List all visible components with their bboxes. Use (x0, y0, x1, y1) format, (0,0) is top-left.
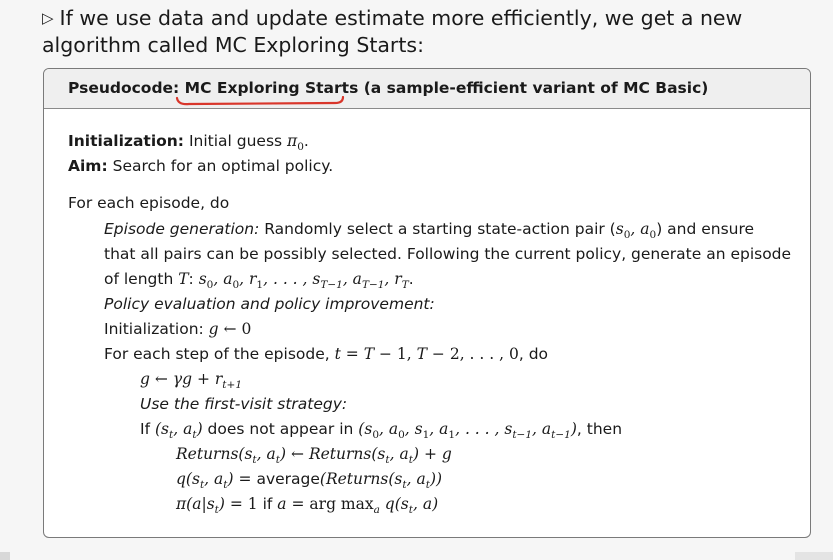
returns-update-line: Returns(st, at) ← Returns(st, at) + g (176, 445, 452, 467)
intro-line-2: algorithm called MC Exploring Starts: (42, 33, 424, 57)
init-label: Initialization: (68, 132, 185, 150)
policy-eval-label: Policy evaluation and policy improvement… (104, 295, 435, 313)
g-update-line: g ← γg + rt+1 (140, 370, 242, 392)
aim-text: Search for an optimal policy. (107, 157, 334, 175)
policy-update-line: π(a|st) = 1 if a = arg maxa q(st, a) (176, 495, 439, 517)
pseudocode-box: Pseudocode: MC Exploring Starts (a sampl… (43, 68, 811, 538)
pi-zero: π0 (287, 132, 304, 154)
returns-word-3: Returns (325, 470, 389, 488)
not-appear-text: does not appear in (202, 420, 359, 438)
aim-line: Aim: Search for an optimal policy. (68, 157, 333, 175)
gen-text-1: Randomly select a starting state-action … (259, 220, 616, 238)
first-visit-text: Use the first-visit strategy: (140, 395, 348, 413)
corner-decoration-left (0, 552, 10, 560)
init-line: Initialization: Initial guess π0. (68, 132, 309, 154)
title-suffix: (a sample-efficient variant of MC Basic) (358, 79, 709, 97)
for-each-step-line: For each step of the episode, t = T − 1,… (104, 345, 549, 363)
triangle-bullet-icon: ▷ (42, 9, 54, 27)
gen-text-3: of length (104, 270, 179, 288)
then-text: , then (576, 420, 623, 438)
red-underline-annotation (175, 96, 345, 106)
for-each-episode: For each episode, do (68, 194, 230, 212)
gen-text-1b: ) and ensure (656, 220, 755, 238)
for-each-step-end: , do (518, 345, 549, 363)
for-each-step-text: For each step of the episode, (104, 345, 335, 363)
q-update-line: q(st, at) = average(Returns(st, at)) (176, 470, 443, 492)
pi-symbol: π (287, 132, 298, 150)
gen-line-2: that all pairs can be possibly selected.… (104, 245, 792, 263)
gen-line-3: of length T: s0, a0, r1, . . . , sT−1, a… (104, 270, 414, 292)
average-text: average (256, 470, 320, 488)
corner-decoration-right (795, 552, 833, 560)
intro-line-1-text: If we use data and update estimate more … (59, 6, 743, 30)
init2-label: Initialization: (104, 320, 209, 338)
policy-eval-text: Policy evaluation and policy improvement… (104, 295, 435, 313)
title-highlight: MC Exploring Starts (184, 79, 359, 97)
intro-text: ▷ If we use data and update estimate more… (42, 6, 802, 58)
pseudocode-title: Pseudocode: MC Exploring Starts (a sampl… (44, 69, 810, 109)
init-text: Initial guess (184, 132, 288, 150)
episode-generation-label: Episode generation: (104, 220, 260, 238)
first-visit-line: Use the first-visit strategy: (140, 395, 347, 413)
if-word: if (257, 495, 278, 513)
argmax-text: arg max (309, 495, 374, 513)
returns-word-2: Returns (308, 445, 372, 463)
init2-line: Initialization: g ← 0 (104, 320, 252, 338)
aim-label: Aim: (68, 157, 108, 175)
title-prefix: Pseudocode: (68, 79, 185, 97)
episode-generation-line: Episode generation: Randomly select a st… (104, 220, 755, 242)
returns-word-1: Returns (176, 445, 239, 463)
if-line: If (st, at) does not appear in (s0, a0, … (140, 420, 623, 442)
intro-line-1: ▷ If we use data and update estimate more… (42, 6, 802, 33)
if-text: If (140, 420, 155, 438)
